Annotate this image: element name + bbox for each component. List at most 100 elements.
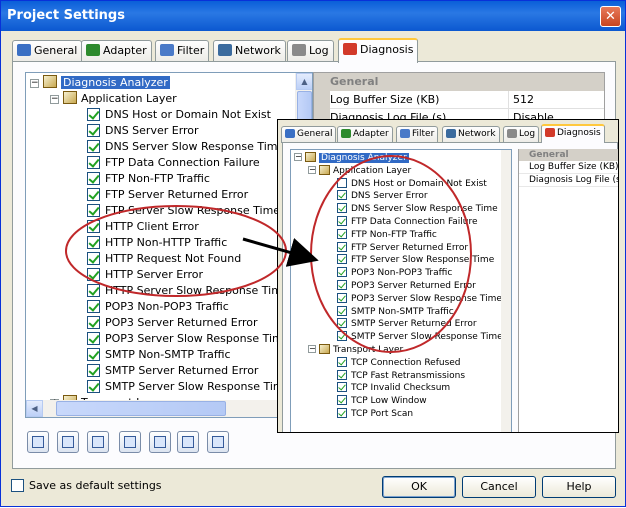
invert-selection-button[interactable] [87, 431, 109, 453]
tree-item[interactable]: TCP Port Scan [337, 408, 413, 421]
tab-log[interactable]: Log [503, 126, 540, 143]
tree-node-application-layer[interactable]: − Application Layer [50, 91, 177, 107]
checkbox[interactable] [337, 280, 347, 290]
tree-item[interactable]: SMTP Server Slow Response Time [87, 379, 290, 395]
tree-item[interactable]: POP3 Server Returned Error [87, 315, 258, 331]
tab-adapter[interactable]: Adapter [81, 40, 152, 62]
ok-button[interactable]: OK [382, 476, 456, 498]
checkbox[interactable] [337, 356, 347, 367]
tab-general[interactable]: General [12, 40, 83, 62]
tab-adapter[interactable]: Adapter [337, 126, 393, 143]
tree-item[interactable]: TCP Low Window [337, 395, 427, 408]
checkbox[interactable] [87, 124, 100, 137]
tree-node-diagnosis-analyzer[interactable]: − Diagnosis Analyzer [30, 75, 170, 91]
tree-item[interactable]: FTP Server Returned Error [87, 187, 248, 203]
tree-item[interactable]: HTTP Server Error [87, 267, 203, 283]
tree-item[interactable]: FTP Non-FTP Traffic [87, 171, 210, 187]
collapse-icon[interactable]: − [294, 153, 302, 161]
inset-diagnosis-tree[interactable]: TCP Port Scan TCP Low Window TCP Invalid C… [290, 149, 512, 432]
save-default-checkbox[interactable]: Save as default settings [11, 479, 162, 492]
tree-node-application-layer[interactable]: − Application Layer [308, 164, 411, 178]
checkbox[interactable] [337, 190, 347, 201]
checkbox[interactable] [87, 300, 100, 313]
tree-item[interactable]: DNS Host or Domain Not Exist [87, 107, 271, 123]
tab-filter[interactable]: Filter [155, 40, 210, 62]
tree-item[interactable]: HTTP Server Slow Response Time [87, 283, 289, 299]
scroll-thumb[interactable] [56, 401, 226, 416]
tree-item[interactable]: TCP Fast Retransmissions [337, 369, 465, 383]
scroll-left-button[interactable]: ◀ [26, 400, 43, 417]
cancel-button[interactable]: Cancel [462, 476, 536, 498]
tab-network[interactable]: Network [213, 40, 286, 62]
properties-button[interactable] [119, 431, 141, 453]
checkbox[interactable] [337, 254, 347, 265]
refresh-button[interactable] [149, 431, 171, 453]
tree-node-transport-layer[interactable]: − Transport Layer [308, 344, 403, 357]
tree-horizontal-scrollbar[interactable]: ◀ ▶ [26, 400, 297, 417]
scroll-up-button[interactable]: ▲ [296, 73, 312, 90]
collapse-icon[interactable]: − [50, 95, 59, 104]
checkbox[interactable] [87, 188, 100, 201]
checkbox[interactable] [337, 369, 347, 380]
tree-item[interactable]: POP3 Server Returned Error [337, 280, 476, 293]
checkbox[interactable] [337, 382, 347, 393]
checkbox[interactable] [87, 172, 100, 185]
checkbox[interactable] [87, 140, 100, 153]
checkbox[interactable] [337, 177, 347, 188]
checkbox[interactable] [337, 228, 347, 239]
checkbox[interactable] [87, 156, 100, 169]
collapse-icon[interactable]: − [30, 79, 39, 88]
tree-item[interactable]: SMTP Server Returned Error [87, 363, 258, 379]
tree-item[interactable]: FTP Server Slow Response Time [87, 203, 280, 219]
tree-item[interactable]: FTP Data Connection Failure [337, 216, 478, 229]
checkbox[interactable] [337, 305, 347, 316]
tree-item[interactable]: FTP Data Connection Failure [87, 155, 260, 171]
tree-item[interactable]: DNS Server Slow Response Time [87, 139, 284, 155]
checkbox[interactable] [337, 292, 347, 303]
tree-item[interactable]: POP3 Server Slow Response Time [337, 292, 502, 306]
checkbox-box[interactable] [11, 479, 24, 492]
checkbox[interactable] [87, 380, 100, 393]
checkbox[interactable] [87, 284, 100, 297]
tab-filter[interactable]: Filter [396, 126, 439, 143]
collapse-icon[interactable]: − [308, 165, 316, 174]
tab-diagnosis[interactable]: Diagnosis [541, 124, 605, 143]
tab-diagnosis[interactable]: Diagnosis [338, 38, 419, 63]
tree-item[interactable]: FTP Server Slow Response Time [337, 254, 494, 267]
tree-item[interactable]: SMTP Non-SMTP Traffic [337, 305, 454, 319]
tree-node-diagnosis-analyzer[interactable]: − Diagnosis Analyzer [294, 152, 409, 165]
checkbox[interactable] [337, 408, 347, 418]
tree-item[interactable]: SMTP Server Slow Response Time [337, 331, 503, 344]
check-all-button[interactable] [27, 431, 49, 453]
tree-item[interactable]: FTP Non-FTP Traffic [337, 228, 437, 242]
checkbox[interactable] [337, 241, 347, 252]
tree-item[interactable]: HTTP Request Not Found [87, 251, 241, 267]
tab-general[interactable]: General [281, 126, 337, 143]
checkbox[interactable] [87, 364, 100, 377]
checkbox[interactable] [337, 395, 347, 406]
tab-log[interactable]: Log [287, 40, 334, 62]
checkbox[interactable] [87, 348, 100, 361]
checkbox[interactable] [87, 268, 100, 281]
checkbox[interactable] [337, 216, 347, 226]
tree-item[interactable]: TCP Connection Refused [337, 356, 461, 370]
checkbox[interactable] [87, 236, 100, 249]
property-row[interactable]: Log Buffer Size (KB) 512 [330, 91, 604, 109]
export-button[interactable] [207, 431, 229, 453]
checkbox[interactable] [87, 332, 100, 345]
checkbox[interactable] [87, 316, 100, 329]
checkbox[interactable] [87, 220, 100, 233]
checkbox[interactable] [337, 318, 347, 329]
checkbox[interactable] [337, 203, 347, 214]
tree-item[interactable]: POP3 Non-POP3 Traffic [87, 299, 229, 315]
tree-item[interactable]: SMTP Server Returned Error [337, 318, 477, 331]
checkbox[interactable] [87, 204, 100, 217]
close-button[interactable]: ✕ [600, 6, 621, 27]
diagnosis-tree[interactable]: +Transport LayerSMTP Server Slow Respons… [25, 72, 313, 418]
checkbox[interactable] [337, 331, 347, 342]
tree-item[interactable]: DNS Host or Domain Not Exist [337, 177, 487, 191]
tab-network[interactable]: Network [442, 126, 500, 143]
property-value[interactable]: 512 [508, 91, 534, 109]
tree-item[interactable]: SMTP Non-SMTP Traffic [87, 347, 231, 363]
tree-item[interactable]: TCP Invalid Checksum [337, 382, 450, 395]
